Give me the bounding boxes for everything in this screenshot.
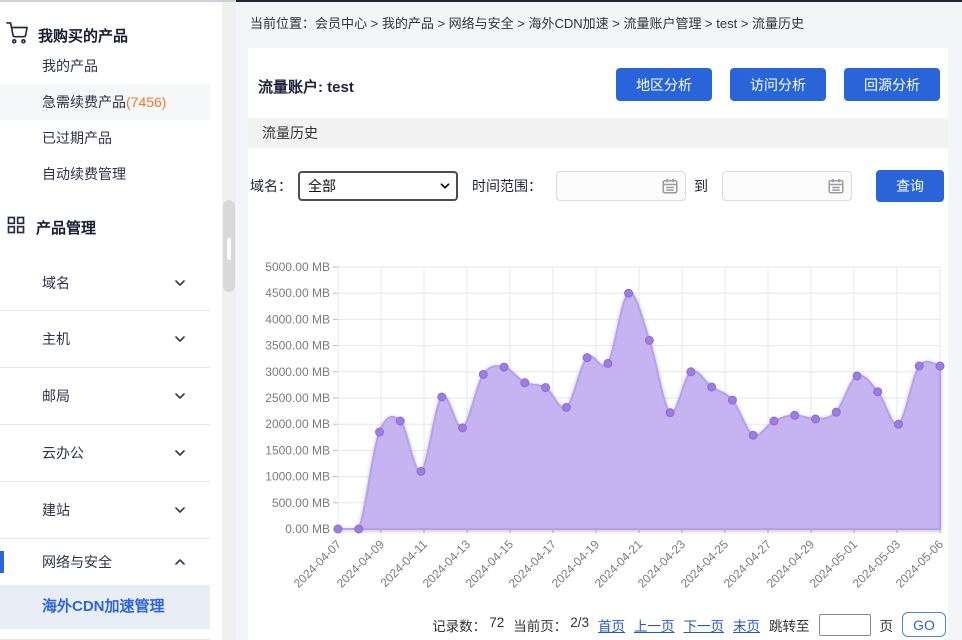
svg-text:1500.00 MB: 1500.00 MB bbox=[265, 443, 330, 457]
domain-select-wrap: 全部 bbox=[298, 171, 458, 201]
last-page-link[interactable]: 末页 bbox=[733, 615, 760, 635]
svg-text:2000.00 MB: 2000.00 MB bbox=[265, 417, 330, 431]
pagination: 记录数：72 当前页：2/3 首页 上一页 下一页 末页 跳转至 页 GO bbox=[248, 612, 948, 637]
content-card: 流量账户: test 地区分析 访问分析 回源分析 流量历史 域名： 全部 bbox=[248, 48, 948, 640]
sidebar-section-purchased: 我购买的产品 bbox=[0, 2, 210, 48]
chevron-up-icon bbox=[172, 554, 188, 570]
svg-text:2500.00 MB: 2500.00 MB bbox=[265, 391, 330, 405]
sidebar-item-label: 主机 bbox=[42, 329, 70, 349]
svg-text:500.00 MB: 500.00 MB bbox=[272, 496, 330, 510]
svg-text:4500.00 MB: 4500.00 MB bbox=[265, 286, 330, 300]
current-page: 当前页：2/3 bbox=[513, 615, 589, 635]
range-label: 时间范围： bbox=[472, 176, 542, 196]
sidebar-scrollbar-track bbox=[222, 2, 236, 640]
sidebar-item-label: 建站 bbox=[42, 500, 70, 520]
end-date-input[interactable] bbox=[722, 171, 852, 201]
domain-label: 域名： bbox=[250, 176, 292, 196]
card-header: 流量账户: test 地区分析 访问分析 回源分析 bbox=[248, 48, 948, 101]
sidebar-item-label: 网络与安全 bbox=[42, 552, 112, 572]
sidebar-item-domain[interactable]: 域名 bbox=[0, 254, 210, 311]
svg-text:5000.00 MB: 5000.00 MB bbox=[265, 260, 330, 274]
cart-icon bbox=[6, 22, 28, 48]
account-title: 流量账户: test bbox=[258, 68, 354, 97]
sidebar-section-title: 产品管理 bbox=[36, 217, 96, 238]
sidebar-section-title: 我购买的产品 bbox=[38, 25, 128, 46]
scrollbar-thumb-notch bbox=[227, 238, 231, 260]
sidebar-item-hosting[interactable]: 主机 bbox=[0, 311, 210, 368]
svg-text:0.00 MB: 0.00 MB bbox=[285, 522, 330, 536]
app-root: 我购买的产品 我的产品 急需续费产品(7456) 已过期产品 自动续费管理 产品… bbox=[0, 0, 962, 640]
filter-row: 域名： 全部 时间范围： 到 查询 bbox=[248, 170, 948, 202]
query-button[interactable]: 查询 bbox=[876, 170, 944, 202]
sidebar: 我购买的产品 我的产品 急需续费产品(7456) 已过期产品 自动续费管理 产品… bbox=[0, 0, 236, 640]
prev-page-link[interactable]: 上一页 bbox=[634, 615, 675, 635]
domain-select[interactable]: 全部 bbox=[298, 171, 458, 201]
sidebar-scrollbar-thumb[interactable] bbox=[223, 200, 235, 292]
start-date-input[interactable] bbox=[556, 171, 686, 201]
chevron-down-icon bbox=[172, 275, 188, 291]
breadcrumb: 当前位置：会员中心 > 我的产品 > 网络与安全 > 海外CDN加速 > 流量账… bbox=[236, 2, 962, 46]
jump-label: 跳转至 bbox=[769, 615, 810, 635]
sidebar-item-label: 急需续费产品 bbox=[42, 94, 126, 110]
active-section-indicator bbox=[0, 551, 4, 573]
breadcrumb-label: 当前位置： bbox=[250, 16, 315, 31]
section-title: 流量历史 bbox=[248, 118, 948, 148]
sidebar-item-label: 云办公 bbox=[42, 443, 84, 463]
visit-analysis-button[interactable]: 访问分析 bbox=[730, 68, 826, 101]
to-label: 到 bbox=[694, 176, 708, 196]
sidebar-item-renewal-needed[interactable]: 急需续费产品(7456) bbox=[0, 84, 210, 120]
chevron-down-icon bbox=[172, 331, 188, 347]
sidebar-item-network-security[interactable]: 网络与安全 bbox=[0, 539, 210, 585]
sidebar-item-cloud-office[interactable]: 云办公 bbox=[0, 425, 210, 482]
grid-icon bbox=[6, 215, 26, 239]
sidebar-item-expired[interactable]: 已过期产品 bbox=[0, 120, 210, 156]
sidebar-item-label: 域名 bbox=[42, 273, 70, 293]
jump-page-input[interactable] bbox=[819, 614, 871, 636]
sidebar-content: 我购买的产品 我的产品 急需续费产品(7456) 已过期产品 自动续费管理 产品… bbox=[0, 2, 210, 640]
sidebar-item-label: 邮局 bbox=[42, 386, 70, 406]
breadcrumb-path: 会员中心 > 我的产品 > 网络与安全 > 海外CDN加速 > 流量账户管理 >… bbox=[315, 16, 804, 31]
account-label: 流量账户: bbox=[258, 79, 323, 96]
svg-text:1000.00 MB: 1000.00 MB bbox=[265, 470, 330, 484]
svg-text:4000.00 MB: 4000.00 MB bbox=[265, 312, 330, 326]
calendar-icon bbox=[661, 177, 679, 198]
analysis-buttons: 地区分析 访问分析 回源分析 bbox=[616, 68, 940, 101]
renewal-count-badge: (7456) bbox=[126, 94, 166, 110]
sidebar-item-my-products[interactable]: 我的产品 bbox=[0, 48, 210, 84]
sidebar-item-site-builder[interactable]: 建站 bbox=[0, 482, 210, 539]
account-value: test bbox=[327, 79, 354, 96]
sidebar-item-mail[interactable]: 邮局 bbox=[0, 368, 210, 425]
go-button[interactable]: GO bbox=[902, 612, 946, 637]
chevron-down-icon bbox=[172, 502, 188, 518]
record-count: 记录数：72 bbox=[432, 615, 504, 635]
next-page-link[interactable]: 下一页 bbox=[684, 615, 725, 635]
main-content: 当前位置：会员中心 > 我的产品 > 网络与安全 > 海外CDN加速 > 流量账… bbox=[236, 0, 962, 640]
page-suffix-label: 页 bbox=[880, 615, 894, 635]
sidebar-item-auto-renew[interactable]: 自动续费管理 bbox=[0, 156, 210, 192]
svg-text:3000.00 MB: 3000.00 MB bbox=[265, 365, 330, 379]
chevron-down-icon bbox=[172, 445, 188, 461]
calendar-icon bbox=[827, 177, 845, 198]
first-page-link[interactable]: 首页 bbox=[598, 615, 625, 635]
region-analysis-button[interactable]: 地区分析 bbox=[616, 68, 712, 101]
svg-text:3500.00 MB: 3500.00 MB bbox=[265, 339, 330, 353]
origin-analysis-button[interactable]: 回源分析 bbox=[844, 68, 940, 101]
sidebar-section-product-mgmt: 产品管理 bbox=[0, 206, 210, 244]
chevron-down-icon bbox=[172, 388, 188, 404]
traffic-history-chart: 5000.00 MB 4500.00 MB 4000.00 MB 3500.00 MB… bbox=[248, 254, 948, 604]
sidebar-item-cdn-management[interactable]: 海外CDN加速管理 bbox=[0, 585, 210, 629]
